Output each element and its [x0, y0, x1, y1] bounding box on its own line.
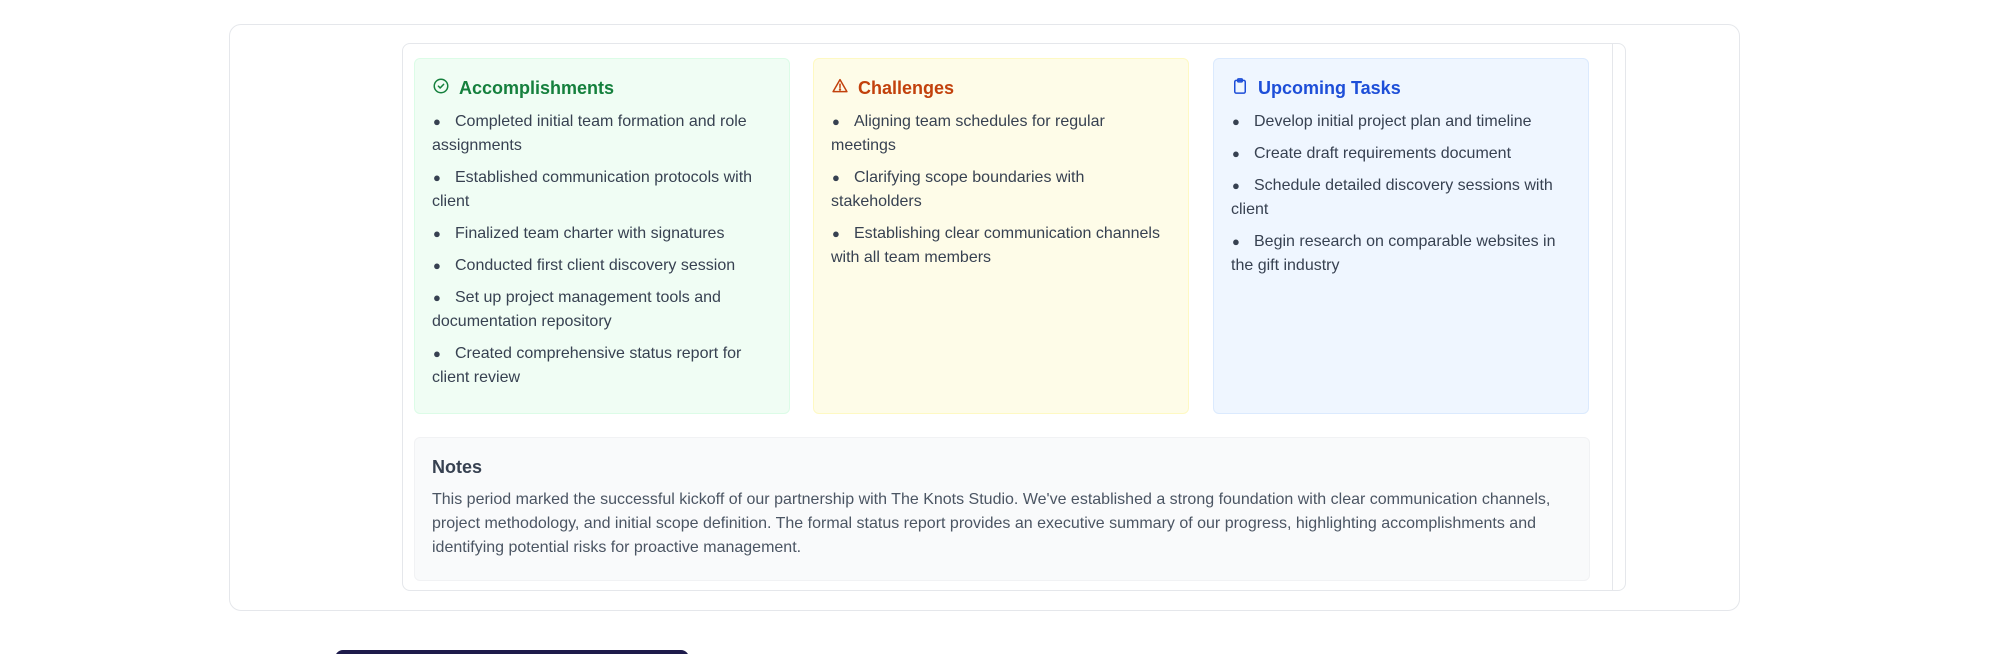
list-item: ● Conducted first client discovery sessio…: [433, 257, 736, 274]
challenges-list: ● Aligning team schedules for regular mee…: [831, 110, 1171, 270]
challenges-title: Challenges: [858, 77, 955, 98]
list-item: ● Set up project management tools and doc…: [432, 289, 721, 330]
list-item: ● Aligning team schedules for regular mee…: [831, 113, 1105, 154]
notes-title: Notes: [432, 457, 483, 477]
clipboard-icon: [1231, 77, 1249, 100]
challenges-section: Challenges ● Aligning team schedules for …: [813, 58, 1189, 414]
accomplishments-title: Accomplishments: [459, 77, 615, 98]
list-item: ● Finalized team charter with signatures: [433, 225, 725, 242]
notes-body: This period marked the successful kickof…: [432, 491, 1551, 556]
notes-section: Notes This period marked the successful …: [414, 437, 1590, 581]
list-item: ● Begin research on comparable websites i…: [1231, 233, 1556, 274]
upcoming-tasks-section: Upcoming Tasks ● Develop initial project …: [1213, 58, 1589, 414]
action-button[interactable]: [335, 650, 689, 654]
scrollbar-track[interactable]: [1612, 44, 1613, 590]
challenges-header: Challenges: [831, 77, 1171, 99]
list-item: ● Schedule detailed discovery sessions wi…: [1231, 177, 1553, 218]
list-item: ● Created comprehensive status report for…: [432, 345, 742, 386]
list-item: ● Established communication protocols wit…: [432, 169, 753, 210]
list-item: ● Develop initial project plan and timeli…: [1232, 113, 1532, 130]
list-item: ● Completed initial team formation and ro…: [432, 113, 747, 154]
check-circle-icon: [432, 77, 450, 100]
accomplishments-list: ● Completed initial team formation and ro…: [432, 110, 772, 390]
accomplishments-section: Accomplishments ● Completed initial team …: [414, 58, 790, 414]
accomplishments-header: Accomplishments: [432, 77, 772, 99]
list-item: ● Establishing clear communication channe…: [831, 225, 1160, 266]
list-item: ● Create draft requirements document: [1232, 145, 1512, 162]
warning-triangle-icon: [831, 77, 849, 100]
upcoming-tasks-list: ● Develop initial project plan and timeli…: [1231, 110, 1571, 278]
upcoming-tasks-header: Upcoming Tasks: [1231, 77, 1571, 99]
upcoming-tasks-title: Upcoming Tasks: [1258, 77, 1401, 98]
list-item: ● Clarifying scope boundaries with stakeh…: [831, 169, 1085, 210]
